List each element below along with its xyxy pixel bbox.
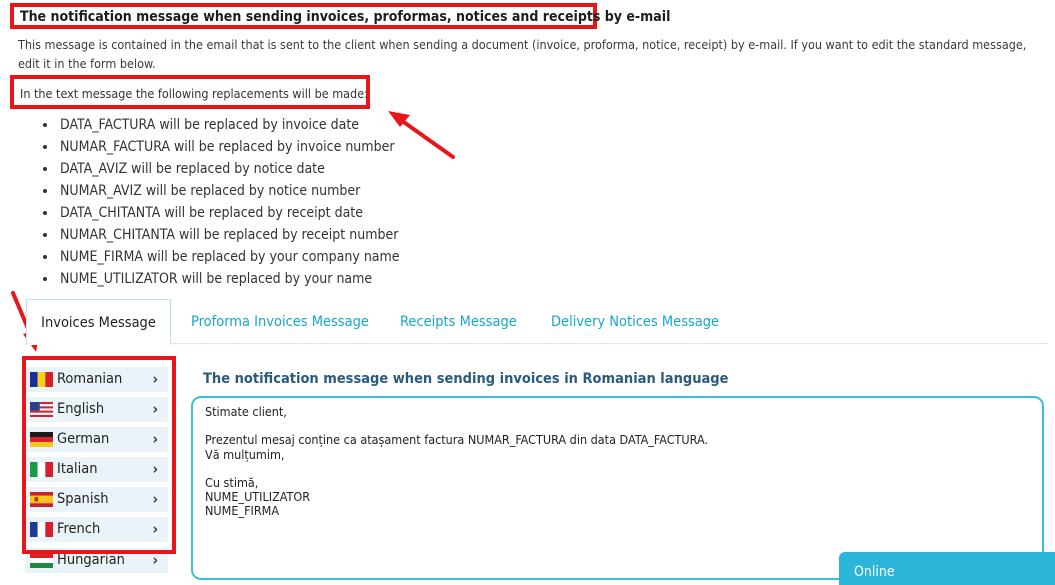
- list-item: NUMAR_FACTURA will be replaced by invoic…: [58, 136, 400, 158]
- message-title: The notification message when sending in…: [203, 371, 729, 387]
- replacements-list: DATA_FACTURA will be replaced by invoice…: [40, 114, 400, 290]
- language-label: Hungarian: [57, 552, 125, 568]
- flag-hu-icon: [30, 553, 53, 568]
- tab-proforma-invoices-message[interactable]: Proforma Invoices Message: [191, 299, 369, 345]
- page: The notification message when sending in…: [0, 0, 1055, 585]
- annotation-arrow-icon: [388, 111, 455, 159]
- tab-receipts-message[interactable]: Receipts Message: [400, 299, 517, 345]
- list-item: NUMAR_CHITANTA will be replaced by recei…: [58, 224, 400, 246]
- page-title: The notification message when sending in…: [10, 3, 670, 29]
- list-item: DATA_CHITANTA will be replaced by receip…: [58, 202, 400, 224]
- list-item: DATA_AVIZ will be replaced by notice dat…: [58, 158, 400, 180]
- language-list-highlight: [22, 356, 176, 554]
- list-item: NUME_UTILIZATOR will be replaced by your…: [58, 268, 400, 290]
- replacements-intro: In the text message the following replac…: [10, 75, 370, 109]
- online-chat-widget[interactable]: Online: [839, 552, 1055, 585]
- tab-invoices-message[interactable]: Invoices Message: [26, 299, 171, 345]
- list-item: NUME_FIRMA will be replaced by your comp…: [58, 246, 400, 268]
- page-description: This message is contained in the email t…: [18, 37, 1027, 71]
- list-item: NUMAR_AVIZ will be replaced by notice nu…: [58, 180, 400, 202]
- tab-delivery-notices-message[interactable]: Delivery Notices Message: [551, 299, 719, 345]
- list-item: DATA_FACTURA will be replaced by invoice…: [58, 114, 400, 136]
